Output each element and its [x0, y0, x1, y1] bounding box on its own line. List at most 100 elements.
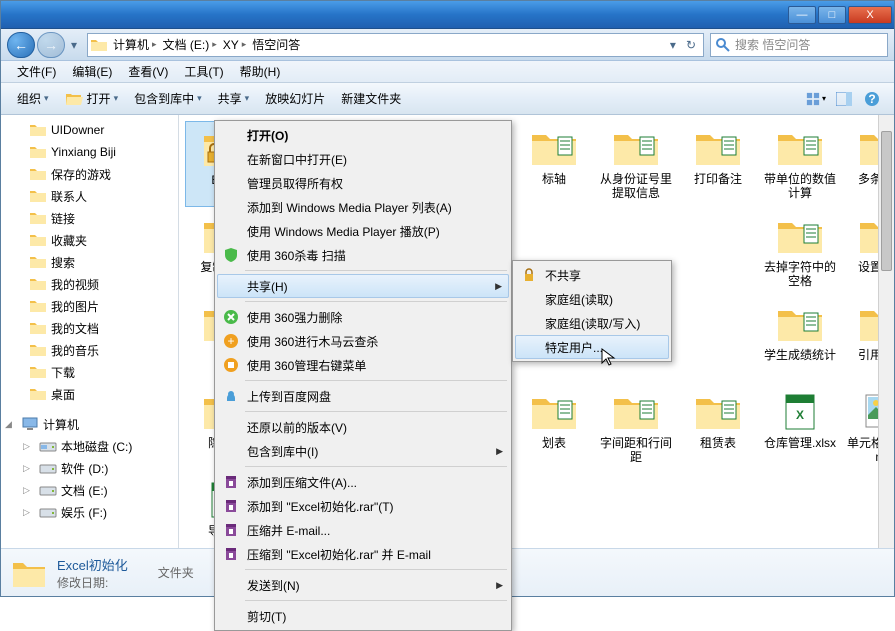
sidebar-item-label: 下载 [51, 364, 75, 381]
context-menu-item[interactable]: 发送到(N)▶ [217, 573, 509, 597]
context-menu-item[interactable]: 打开(O) [217, 123, 509, 147]
sidebar-item[interactable]: 我的视频 [1, 273, 178, 295]
breadcrumb[interactable]: 计算机▸ [110, 34, 160, 56]
sidebar-item[interactable]: 搜索 [1, 251, 178, 273]
minimize-button[interactable]: — [788, 6, 816, 24]
context-menu-label: 上传到百度网盘 [247, 388, 331, 405]
address-dropdown[interactable]: ▾ [665, 38, 681, 52]
file-item[interactable]: 字间距和行间距 [595, 385, 677, 471]
file-item[interactable]: 打印备注 [677, 121, 759, 207]
slideshow-button[interactable]: 放映幻灯片 [257, 86, 333, 111]
sidebar-item-label: 文档 (E:) [61, 482, 108, 499]
menu-view[interactable]: 查看(V) [120, 61, 176, 82]
submenu-item[interactable]: 家庭组(读取/写入) [515, 311, 669, 335]
file-item[interactable]: 去掉字符中的空格 [759, 209, 841, 295]
share-button[interactable]: 共享▾ [210, 86, 258, 111]
context-menu-item[interactable]: 使用 360杀毒 扫描 [217, 243, 509, 267]
sidebar-item[interactable]: 我的音乐 [1, 339, 178, 361]
sidebar-drive[interactable]: ▷娱乐 (F:) [1, 501, 178, 523]
organize-button[interactable]: 组织▾ [9, 86, 57, 111]
context-menu-item[interactable]: 在新窗口中打开(E) [217, 147, 509, 171]
detail-type: 文件夹 [158, 564, 194, 581]
file-item[interactable]: 从身份证号里提取信息 [595, 121, 677, 207]
sidebar-item[interactable]: 桌面 [1, 383, 178, 405]
breadcrumb[interactable]: XY▸ [220, 34, 250, 56]
svg-text:?: ? [868, 92, 875, 106]
submenu-item[interactable]: 不共享 [515, 263, 669, 287]
sidebar-item-label: 联系人 [51, 188, 87, 205]
context-menu-item[interactable]: 压缩到 "Excel初始化.rar" 并 E-mail [217, 542, 509, 566]
sidebar-item[interactable]: 链接 [1, 207, 178, 229]
sidebar-item[interactable]: UIDowner [1, 119, 178, 141]
file-item[interactable]: 学生成绩统计 [759, 297, 841, 383]
sidebar-item[interactable]: 我的图片 [1, 295, 178, 317]
nav-history-dropdown[interactable]: ▾ [67, 32, 81, 58]
context-menu-item[interactable]: 上传到百度网盘 [217, 384, 509, 408]
sidebar-item[interactable]: 下载 [1, 361, 178, 383]
context-menu-item[interactable]: 添加到压缩文件(A)... [217, 470, 509, 494]
context-menu-label: 压缩到 "Excel初始化.rar" 并 E-mail [247, 546, 431, 563]
context-menu-item[interactable]: 管理员取得所有权 [217, 171, 509, 195]
context-menu-item[interactable]: 使用 360强力删除 [217, 305, 509, 329]
context-menu-item[interactable]: 使用 360管理右键菜单 [217, 353, 509, 377]
file-item[interactable]: 划表 [513, 385, 595, 471]
share-submenu: 不共享家庭组(读取)家庭组(读取/写入)特定用户... [512, 260, 672, 362]
context-menu-item[interactable]: 使用 Windows Media Player 播放(P) [217, 219, 509, 243]
context-menu-item[interactable]: + 使用 360进行木马云查杀 [217, 329, 509, 353]
file-name-label: 学生成绩统计 [764, 348, 836, 362]
file-item[interactable]: X仓库管理.xlsx [759, 385, 841, 471]
open-button[interactable]: 打开▾ [57, 86, 127, 111]
file-name-label: 打印备注 [694, 172, 742, 186]
submenu-item[interactable]: 家庭组(读取) [515, 287, 669, 311]
sidebar-drive[interactable]: ▷文档 (E:) [1, 479, 178, 501]
scrollbar[interactable] [878, 115, 894, 548]
maximize-button[interactable]: □ [818, 6, 846, 24]
sidebar-item-label: 链接 [51, 210, 75, 227]
svg-text:+: + [227, 334, 234, 348]
search-input[interactable]: 搜索 悟空问答 [710, 33, 888, 57]
forward-button[interactable]: → [37, 32, 65, 58]
sidebar-item[interactable]: Yinxiang Biji [1, 141, 178, 163]
menu-edit[interactable]: 编辑(E) [64, 61, 120, 82]
preview-pane-button[interactable] [833, 88, 855, 110]
scrollbar-thumb[interactable] [881, 131, 892, 271]
sidebar-drive[interactable]: ▷软件 (D:) [1, 457, 178, 479]
context-menu-label: 使用 360进行木马云查杀 [247, 333, 378, 350]
file-item[interactable]: 带单位的数值计算 [759, 121, 841, 207]
context-menu-item[interactable]: 共享(H)▶ [217, 274, 509, 298]
sidebar-item[interactable]: 我的文档 [1, 317, 178, 339]
menu-file[interactable]: 文件(F) [9, 61, 64, 82]
context-menu-label: 还原以前的版本(V) [247, 419, 347, 436]
context-menu-item[interactable]: 包含到库中(I)▶ [217, 439, 509, 463]
context-menu-label: 使用 360强力删除 [247, 309, 342, 326]
context-menu-item[interactable]: 还原以前的版本(V) [217, 415, 509, 439]
context-menu-item[interactable]: 剪切(T) [217, 604, 509, 628]
include-button[interactable]: 包含到库中▾ [126, 86, 210, 111]
breadcrumb[interactable]: 文档 (E:)▸ [160, 34, 220, 56]
context-menu-item[interactable]: 添加到 "Excel初始化.rar"(T) [217, 494, 509, 518]
sidebar-item[interactable]: 收藏夹 [1, 229, 178, 251]
view-options-button[interactable]: ▾ [805, 88, 827, 110]
file-item[interactable]: 租赁表 [677, 385, 759, 471]
menu-tools[interactable]: 工具(T) [176, 61, 231, 82]
refresh-button[interactable]: ↻ [681, 38, 701, 52]
context-menu-label: 在新窗口中打开(E) [247, 151, 347, 168]
submenu-item[interactable]: 特定用户... [515, 335, 669, 359]
context-menu-item[interactable]: 添加到 Windows Media Player 列表(A) [217, 195, 509, 219]
context-menu-label: 使用 360管理右键菜单 [247, 357, 366, 374]
sidebar-item[interactable]: 保存的游戏 [1, 163, 178, 185]
menu-help[interactable]: 帮助(H) [232, 61, 289, 82]
close-button[interactable]: X [848, 6, 892, 24]
back-button[interactable]: ← [7, 32, 35, 58]
help-button[interactable]: ? [861, 88, 883, 110]
sidebar-item[interactable]: 联系人 [1, 185, 178, 207]
sidebar-drive[interactable]: ▷本地磁盘 (C:) [1, 435, 178, 457]
folder-open-icon [65, 91, 83, 107]
address-bar[interactable]: 计算机▸ 文档 (E:)▸ XY▸ 悟空问答 ▾ ↻ [87, 33, 704, 57]
sidebar-computer[interactable]: ◢计算机 [1, 413, 178, 435]
file-item[interactable]: 标轴 [513, 121, 595, 207]
file-name-label: 字间距和行间距 [599, 436, 673, 464]
newfolder-button[interactable]: 新建文件夹 [333, 86, 409, 111]
context-menu-item[interactable]: 压缩并 E-mail... [217, 518, 509, 542]
breadcrumb[interactable]: 悟空问答 [249, 34, 303, 56]
